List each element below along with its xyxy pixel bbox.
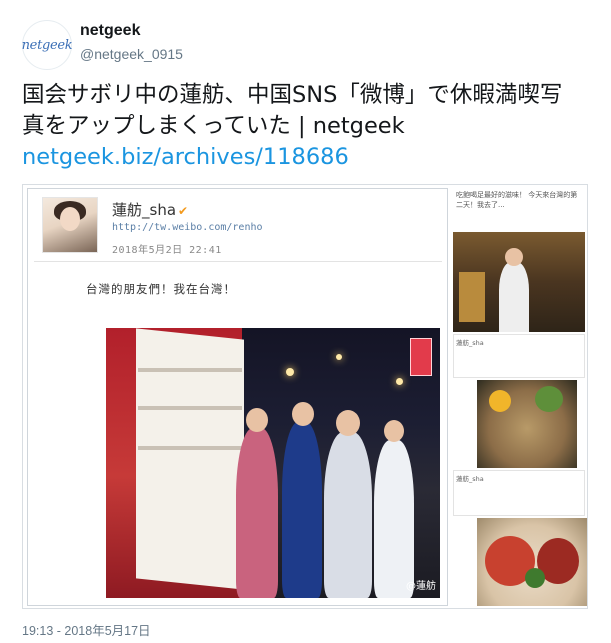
tweet-text: 国会サボリ中の蓮舫、中国SNS「微博」で休暇満喫写真をアップしまくっていた | … xyxy=(22,80,582,173)
person-head xyxy=(384,420,404,442)
weibo-screenshot[interactable]: 蓮舫_sha ✔ http://tw.weibo.com/renho 2018年5… xyxy=(27,188,448,606)
thumbnail-food-platter xyxy=(477,518,587,606)
person-striped xyxy=(324,432,372,598)
decor xyxy=(459,272,485,322)
tweet-body: 国会サボリ中の蓮舫、中国SNS「微博」で休暇満喫写真をアップしまくっていた | … xyxy=(22,82,563,139)
weibo-post-text: 台灣的朋友們！我在台灣！ xyxy=(86,282,236,296)
weibo-date: 2018年5月2日 22:41 xyxy=(112,245,222,256)
neon-sign xyxy=(410,338,432,376)
person-blue xyxy=(282,422,322,598)
person-head xyxy=(505,248,523,266)
divider xyxy=(34,261,442,262)
thumbnail-food-dish xyxy=(477,380,577,468)
media-card[interactable]: 蓮舫_sha ✔ http://tw.weibo.com/renho 2018年5… xyxy=(22,184,588,609)
avatar[interactable]: netgeek xyxy=(21,20,73,70)
weibo-url: http://tw.weibo.com/renho xyxy=(112,222,263,233)
thumbnail-card: 蓮舫_sha xyxy=(453,334,585,378)
weibo-name: 蓮舫_sha ✔ xyxy=(112,199,188,220)
tweet-link[interactable]: netgeek.biz/archives/118686 xyxy=(22,144,349,170)
stall-shelf xyxy=(138,446,242,450)
netgeek-logo: netgeek xyxy=(21,37,73,53)
food-garnish xyxy=(535,386,563,412)
display-name[interactable]: netgeek xyxy=(80,22,140,40)
lamp-light xyxy=(396,378,403,385)
user-handle[interactable]: @netgeek_0915 xyxy=(80,46,183,62)
person-head xyxy=(292,402,314,426)
weibo-thumbnail-column[interactable]: 吃飽喝足最好的滋味！ 今天來台灣的第二天！我去了... 蓮舫_sha 蓮舫_sh… xyxy=(453,188,587,606)
stall-shelf xyxy=(138,406,242,410)
avatar-face xyxy=(60,207,80,231)
stall-shelf xyxy=(138,368,242,372)
lamp-light xyxy=(286,368,294,376)
person-head xyxy=(336,410,360,436)
food-garnish xyxy=(525,568,545,588)
weibo-avatar xyxy=(42,197,98,253)
person-figure xyxy=(499,262,529,332)
thumbnail-photo-restaurant xyxy=(453,232,585,332)
person-pink xyxy=(236,428,278,598)
thumbnail-card-name: 蓮舫_sha xyxy=(456,339,484,347)
thumbnail-card: 蓮舫_sha xyxy=(453,470,585,516)
verified-v-icon: ✔ xyxy=(178,204,189,218)
thumbnail-caption: 吃飽喝足最好的滋味！ 今天來台灣的第二天！我去了... xyxy=(453,188,585,232)
night-market-photo: @蓮舫 xyxy=(106,328,440,598)
tweet-timestamp[interactable]: 19:13 - 2018年5月17日 xyxy=(22,620,151,639)
person-head xyxy=(246,408,268,432)
food-garnish xyxy=(489,390,511,412)
lamp-light xyxy=(336,354,342,360)
thumbnail-card-name: 蓮舫_sha xyxy=(456,475,484,483)
person-white xyxy=(374,440,414,598)
weibo-name-text: 蓮舫_sha xyxy=(112,201,177,219)
tweet-header: netgeek netgeek @netgeek_0915 xyxy=(22,16,582,72)
weibo-watermark: @蓮舫 xyxy=(406,581,436,592)
